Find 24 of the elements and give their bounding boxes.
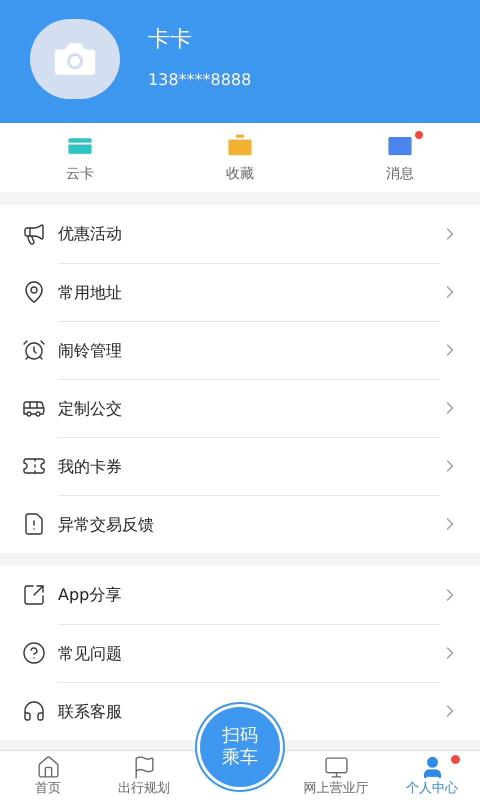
shortcut-item[interactable]: 云卡 (0, 123, 160, 192)
user-name: 卡卡 (148, 26, 193, 54)
shortcut-item[interactable]: 消息 (320, 123, 480, 192)
menu-row[interactable]: 闹铃管理 (0, 321, 480, 379)
tab-bar-item[interactable]: 首页 (0, 751, 96, 800)
menu-row[interactable]: 异常交易反馈 (0, 495, 480, 553)
tab-bar-item[interactable]: 出行规划 (96, 751, 192, 800)
home-icon (36, 755, 60, 780)
headset-icon (22, 699, 46, 723)
menu-row[interactable]: 优惠活动 (0, 205, 480, 263)
tab-bar-item[interactable]: 网上营业厅 (288, 751, 384, 800)
phone-number: 138****8888 (148, 68, 252, 90)
shortcut-item[interactable]: 收藏 (160, 123, 320, 192)
monitor-icon (324, 755, 348, 780)
share-icon (22, 583, 46, 607)
menu-row[interactable]: 定制公交 (0, 379, 480, 437)
menu-row[interactable]: 我的卡券 (0, 437, 480, 495)
megaphone-icon (22, 222, 46, 246)
menu-row[interactable]: 常用地址 (0, 263, 480, 321)
tab-bar-item[interactable]: 个人中心 (384, 751, 480, 800)
menu-row[interactable]: 常见问题 (0, 624, 480, 682)
menu-row[interactable]: App分享 (0, 566, 480, 624)
alarm-clock-icon (22, 338, 46, 362)
help-icon (22, 641, 46, 665)
